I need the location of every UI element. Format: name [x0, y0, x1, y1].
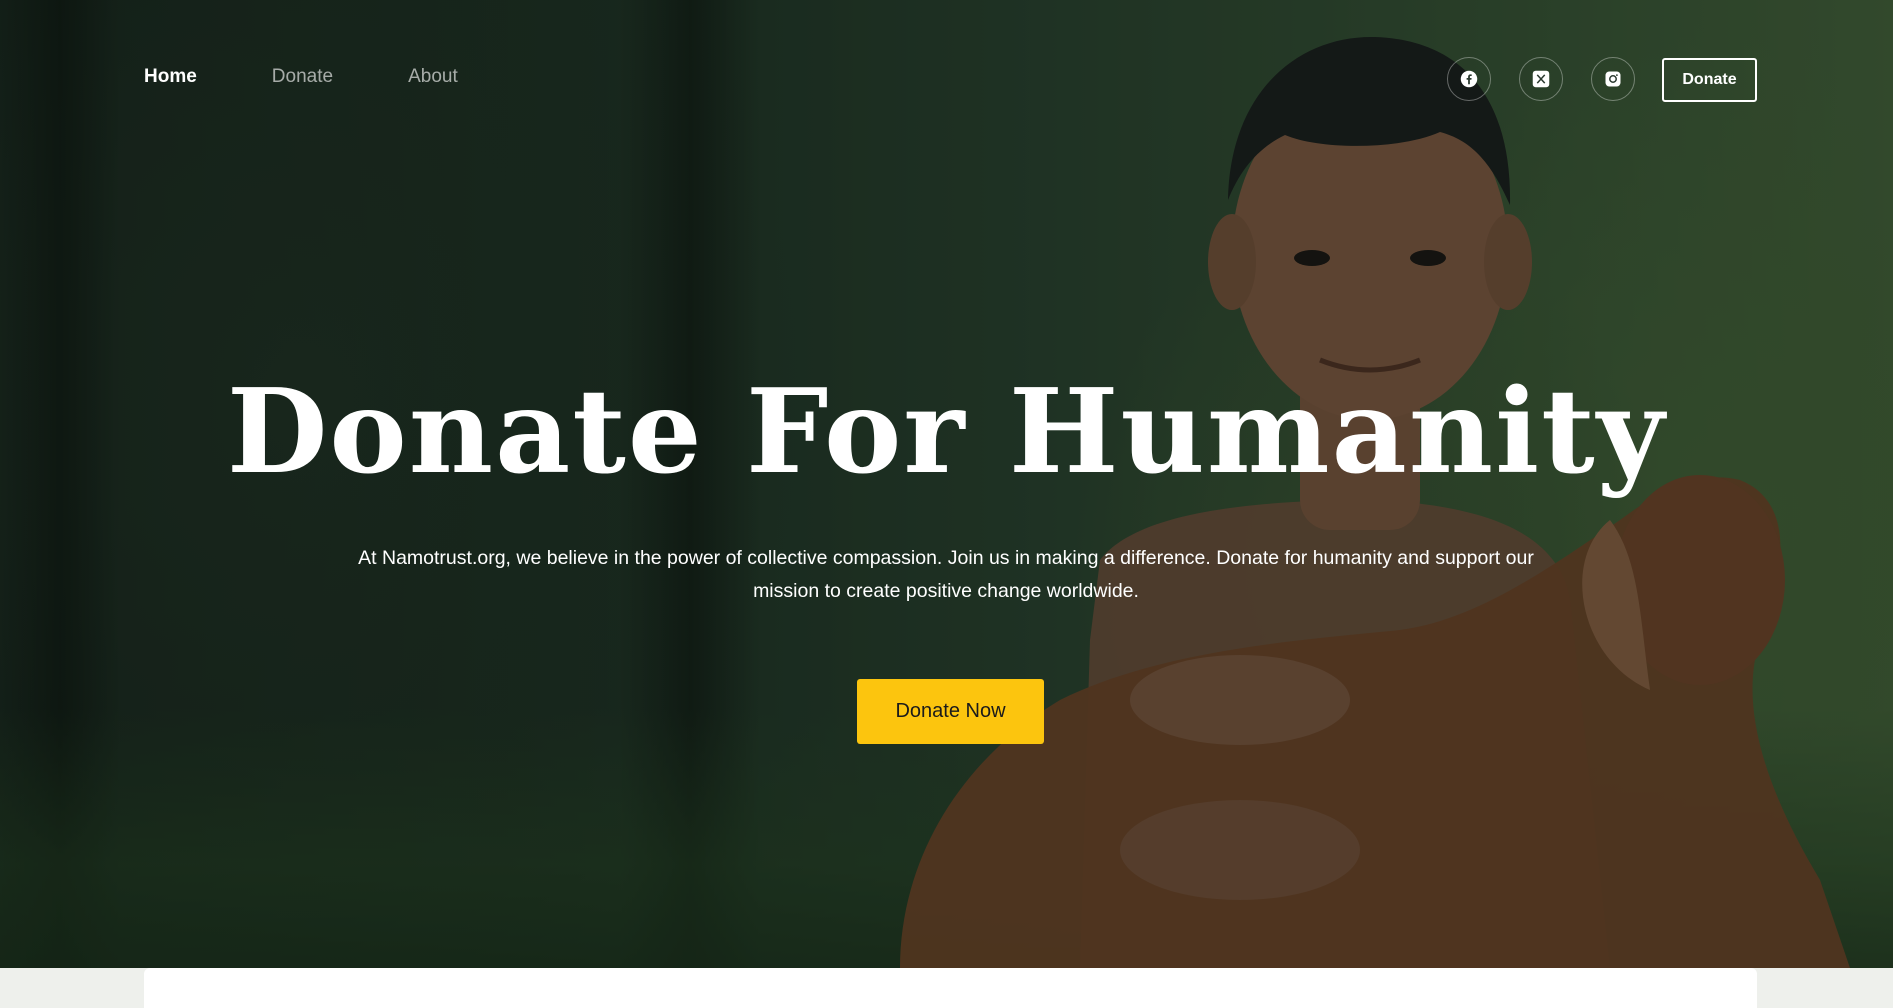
facebook-icon: [1460, 70, 1478, 88]
nav-item-donate[interactable]: Donate: [272, 66, 333, 88]
content-card-top-edge: [144, 968, 1757, 1008]
instagram-icon: [1605, 71, 1621, 87]
donate-now-button[interactable]: Donate Now: [857, 679, 1044, 744]
hero-description: At Namotrust.org, we believe in the powe…: [358, 547, 1534, 602]
hero-title: Donate For Humanity: [226, 364, 1667, 500]
nav-item-about[interactable]: About: [408, 66, 458, 88]
x-twitter-button[interactable]: [1519, 57, 1563, 101]
facebook-button[interactable]: [1447, 57, 1491, 101]
x-twitter-icon: [1532, 70, 1550, 88]
nav-item-home[interactable]: Home: [144, 66, 197, 88]
instagram-button[interactable]: [1591, 57, 1635, 101]
header-donate-button[interactable]: Donate: [1662, 58, 1757, 102]
main-nav: Home Donate About: [144, 66, 458, 88]
